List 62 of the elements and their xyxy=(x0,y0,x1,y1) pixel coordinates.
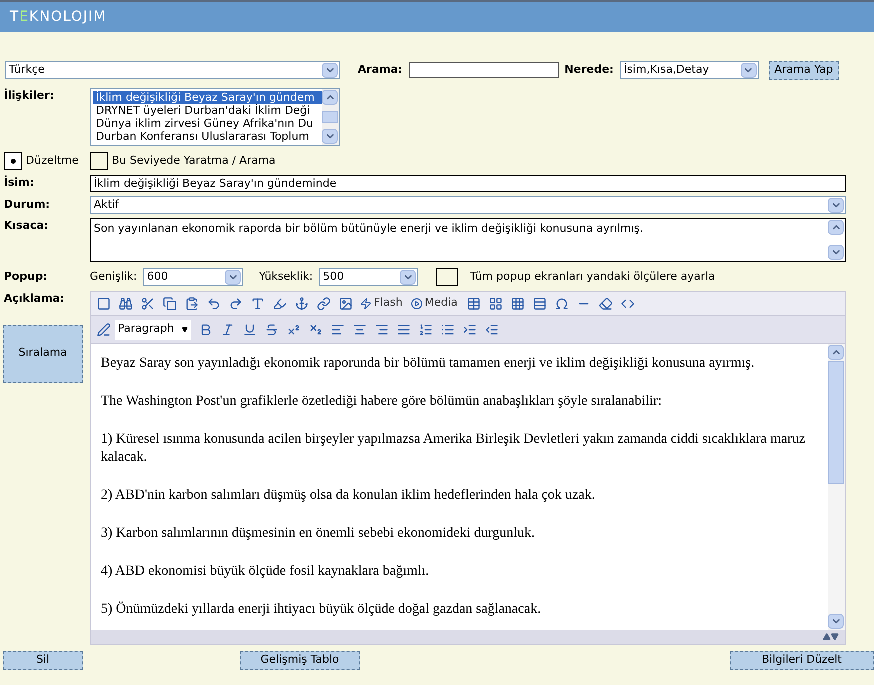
status-select[interactable]: Aktif xyxy=(90,196,846,214)
list-option[interactable]: İklim değişikliği Beyaz Saray'ın gündem xyxy=(93,91,322,104)
field-label: Açıklama: xyxy=(3,291,66,307)
dropdown-arrow-icon xyxy=(182,326,188,332)
dropdown-arrow-icon[interactable] xyxy=(322,62,338,78)
list-option[interactable]: Durban Konferansı Uluslararası Toplum xyxy=(93,130,322,143)
dropdown-arrow-icon[interactable] xyxy=(828,198,844,212)
name-field[interactable]: İklim değişikliği Beyaz Saray'ın gündeminde xyxy=(90,175,846,192)
field-label: Popup: xyxy=(3,268,49,285)
relations-listbox[interactable]: İklim değişikliği Beyaz Saray'ın gündem DRYNET üyeleri Durban'daki İklim Deği Dünya iklim zirvesi Güney Afrika'nın Du Durban Konferansı Uluslararası Toplum xyxy=(90,88,340,146)
media-button[interactable]: Media xyxy=(406,295,463,312)
language-select[interactable]: Türkçe xyxy=(5,61,340,79)
scroll-up-icon[interactable] xyxy=(828,220,844,235)
checkbox[interactable] xyxy=(436,268,458,286)
paragraph: The Washington Post'un grafiklerle özetlediği habere göre bölümün anabaşlıkları şöyle sıralanabilir: xyxy=(101,393,663,411)
height-label: Yükseklik: xyxy=(259,268,314,285)
dropdown-arrow-icon[interactable] xyxy=(400,270,416,284)
play-icon xyxy=(410,298,423,310)
list-option[interactable]: DRYNET üyeleri Durban'daki İklim Deği xyxy=(93,104,322,117)
search-label: Arama: xyxy=(358,62,403,78)
paragraph: 1) Küresel ısınma konusunda acilen birşeyler yapılmazsa Amerika Birleşik Devletleri yakın zamanda ciddi sıcaklıklara maruz kalacak. xyxy=(101,431,806,467)
radio-button[interactable] xyxy=(90,152,108,170)
paragraph: 3) Karbon salımlarının düşmesinin en önemli sebebi ekonomideki durgunluk. xyxy=(101,525,536,543)
scroll-up-icon[interactable] xyxy=(828,345,844,360)
radio-label: Düzeltme xyxy=(26,152,79,169)
paragraph: 2) ABD'nin karbon salımları düşmüş olsa da konulan iklim hedeflerinden hala çok uzak. xyxy=(101,487,596,505)
action-button[interactable]: Arama Yap xyxy=(768,60,839,80)
radio-button[interactable] xyxy=(4,152,22,170)
dropdown-arrow-icon[interactable] xyxy=(225,270,242,284)
dropdown-arrow-icon[interactable] xyxy=(740,62,757,78)
action-button[interactable]: Sil xyxy=(3,651,83,670)
paragraph: Beyaz Saray son yayınladığı ekonomik raporunda bir bölümü tamamen enerji ve iklim değişikliği konusuna ayırmış. xyxy=(101,355,756,373)
radio-label: Bu Seviyede Yaratma / Arama xyxy=(112,152,276,169)
flash-icon xyxy=(360,298,372,310)
list-option[interactable]: Dünya iklim zirvesi Güney Afrika'nın Du xyxy=(93,117,322,130)
action-button[interactable]: Gelişmiş Tablo xyxy=(240,651,360,670)
scroll-thumb[interactable] xyxy=(322,111,338,123)
field-label: İsim: xyxy=(3,175,36,192)
summary-textarea[interactable]: Son yayınlanan ekonomik raporda bir bölüm bütünüyle enerji ve iklim değişikliği konusuna ayrılmış. xyxy=(90,218,846,262)
dropdown-arrow-icon[interactable] xyxy=(828,245,844,260)
dropdown-arrow-icon[interactable] xyxy=(828,614,844,629)
paragraph: 4) ABD ekonomisi büyük ölçüde fosil kaynaklara bağımlı. xyxy=(101,563,430,581)
scrollbar[interactable] xyxy=(322,89,339,145)
width-label: Genişlik: xyxy=(90,268,138,285)
where-label: Nerede: xyxy=(564,62,614,78)
width-select[interactable]: 600 xyxy=(143,268,244,286)
scroll-up-icon[interactable] xyxy=(322,90,338,105)
field-label: Kısaca: xyxy=(3,218,50,234)
action-button[interactable]: Bilgileri Düzelt xyxy=(730,651,874,670)
action-button[interactable]: Sıralama xyxy=(3,324,83,382)
paragraph: 5) Önümüzdeki yıllarda enerji ihtiyacı büyük ölçüde doğal gazdan sağlanacak. xyxy=(101,601,542,619)
format-select[interactable]: Paragraph xyxy=(115,320,191,340)
search-field[interactable] xyxy=(408,62,559,78)
dropdown-arrow-icon[interactable] xyxy=(322,129,338,144)
height-select[interactable]: 500 xyxy=(319,268,418,286)
flash-button[interactable]: Flash xyxy=(357,295,406,312)
where-select[interactable]: İsim,Kısa,Detay xyxy=(620,61,759,79)
scrollbar[interactable] xyxy=(828,344,845,630)
field-label: İlişkiler: xyxy=(3,88,56,104)
scroll-thumb[interactable] xyxy=(828,361,844,484)
checkbox-label: Tüm popup ekranları yandaki ölçülere ayarla xyxy=(470,268,716,285)
field-label: Durum: xyxy=(3,196,52,213)
